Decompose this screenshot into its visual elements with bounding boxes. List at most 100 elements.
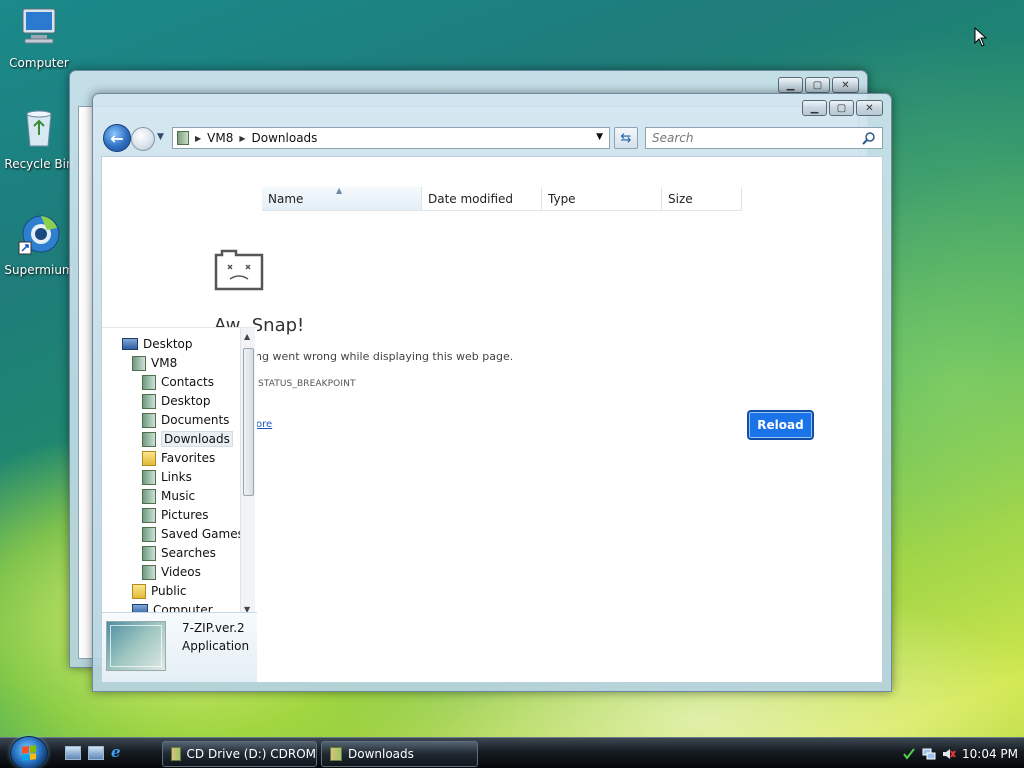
documents-icon [142,412,156,428]
window-controls: ▁ ▢ ✕ [778,77,859,93]
tree-item-videos[interactable]: Videos [142,563,201,581]
navigation-bar: ← ▼ ▶ VM8 ▶ Downloads ▼ ⇆ [101,124,883,154]
tree-item-label: Desktop [161,394,211,408]
recycle-bin-icon [26,110,52,147]
close-button[interactable]: ✕ [856,100,883,116]
details-file-type: Application [182,639,250,653]
breadcrumb-chevron-icon[interactable]: ▶ [239,134,245,143]
start-button[interactable] [10,736,48,768]
links-icon [142,469,156,485]
taskbar-button-cd-drive[interactable]: CD Drive (D:) CDROM [162,741,317,767]
tree-item-label: Documents [161,413,230,427]
column-header-label: Type [548,192,576,206]
learn-more-link[interactable]: ore [256,419,272,430]
tree-item-downloads[interactable]: Downloads [142,430,233,448]
breadcrumb-vm8[interactable]: VM8 [207,131,233,145]
tree-item-label: Pictures [161,508,209,522]
breadcrumb-downloads[interactable]: Downloads [252,131,318,145]
switch-windows-icon[interactable] [88,746,104,760]
mouse-cursor-icon [974,27,988,47]
tree-item-public[interactable]: Public [132,582,187,600]
column-header-name[interactable]: ▲ Name [262,186,422,211]
taskbar-button-label: Downloads [348,747,414,761]
music-icon [142,488,156,504]
internet-explorer-icon[interactable]: e [111,743,127,761]
tree-item-label: Saved Games [161,527,244,541]
address-bar[interactable]: ▶ VM8 ▶ Downloads ▼ [172,127,610,149]
tree-item-label: Contacts [161,375,214,389]
pictures-icon [142,507,156,523]
tree-scrollbar[interactable]: ▲ ▼ [240,328,255,616]
recent-pages-dropdown[interactable]: ▼ [157,132,164,142]
window-controls: ▁ ▢ ✕ [802,100,883,116]
forward-button[interactable] [131,127,155,151]
scrollbar-thumb[interactable] [243,348,254,496]
tree-item-favorites[interactable]: Favorites [142,449,215,467]
refresh-button[interactable]: ⇆ [614,127,638,149]
tree-item-links[interactable]: Links [142,468,192,486]
search-field[interactable] [645,127,883,149]
tree-item-label: Downloads [161,431,233,447]
user-folder-icon [132,355,146,371]
tree-item-vm8[interactable]: VM8 [132,354,177,372]
back-arrow-icon: ← [110,128,124,148]
content-pane: ▲ Name Date modified Type Size Aw, Snap!… [101,156,883,683]
minimize-button[interactable]: ▁ [802,100,827,116]
tree-item-saved-games[interactable]: Saved Games [142,525,244,543]
favorites-icon [142,450,156,466]
column-header-date-modified[interactable]: Date modified [422,187,542,211]
windows-logo-icon [22,745,36,761]
desktop-icon-supermium[interactable]: Supermium [2,212,76,277]
desktop-folder-icon [142,393,156,409]
back-button[interactable]: ← [103,124,131,152]
column-header-type[interactable]: Type [542,187,662,211]
tree-item-contacts[interactable]: Contacts [142,373,214,391]
tree-item-pictures[interactable]: Pictures [142,506,209,524]
tree-item-desktop[interactable]: Desktop [122,335,193,353]
file-thumbnail-icon [106,621,166,671]
column-header-label: Date modified [428,192,514,206]
search-icon[interactable] [862,131,876,145]
folder-icon [330,747,342,761]
search-input[interactable] [652,131,852,145]
tree-item-desktop-folder[interactable]: Desktop [142,392,211,410]
downloads-explorer-window[interactable]: ▁ ▢ ✕ ← ▼ ▶ VM8 ▶ Downloads ▼ ⇆ ▲ [92,93,892,692]
breadcrumb-chevron-icon[interactable]: ▶ [195,134,201,143]
minimize-button[interactable]: ▁ [778,77,803,93]
clock[interactable]: 10:04 PM [962,747,1018,761]
desktop-icon-label: Computer [9,56,69,70]
refresh-icon: ⇆ [620,130,632,146]
videos-icon [142,564,156,580]
maximize-button[interactable]: ▢ [805,77,830,93]
tree-item-label: VM8 [151,356,178,370]
address-dropdown-icon[interactable]: ▼ [596,132,603,142]
downloads-icon [142,431,156,447]
sort-ascending-icon: ▲ [336,186,343,195]
column-header-label: Size [668,192,693,206]
show-desktop-icon[interactable] [65,746,81,760]
close-button[interactable]: ✕ [832,77,859,93]
taskbar-button-downloads[interactable]: Downloads [321,741,478,767]
tree-item-music[interactable]: Music [142,487,195,505]
tree-item-label: Links [161,470,192,484]
desktop-icon-computer[interactable]: Computer [2,5,76,70]
computer-icon [22,8,56,44]
tree-item-documents[interactable]: Documents [142,411,229,429]
reload-button[interactable]: Reload [747,410,814,440]
volume-muted-icon[interactable] [942,747,956,761]
public-folder-icon [132,583,146,599]
column-headers: ▲ Name Date modified Type Size [262,186,882,211]
system-tray: 10:04 PM [896,741,1024,767]
tree-item-searches[interactable]: Searches [142,544,216,562]
maximize-button[interactable]: ▢ [829,100,854,116]
tree-item-label: Public [151,584,187,598]
scroll-up-icon[interactable]: ▲ [244,332,250,341]
column-header-size[interactable]: Size [662,187,742,211]
tree-item-label: Music [161,489,196,503]
desktop-icon-label: Recycle Bin [4,157,74,171]
taskbar-button-label: CD Drive (D:) CDROM [186,747,316,761]
desktop-icon-recycle-bin[interactable]: Recycle Bin [2,106,76,171]
security-check-icon[interactable] [902,747,916,761]
network-icon[interactable] [922,747,936,761]
details-pane: 7-ZIP.ver.2 Application [102,612,257,682]
